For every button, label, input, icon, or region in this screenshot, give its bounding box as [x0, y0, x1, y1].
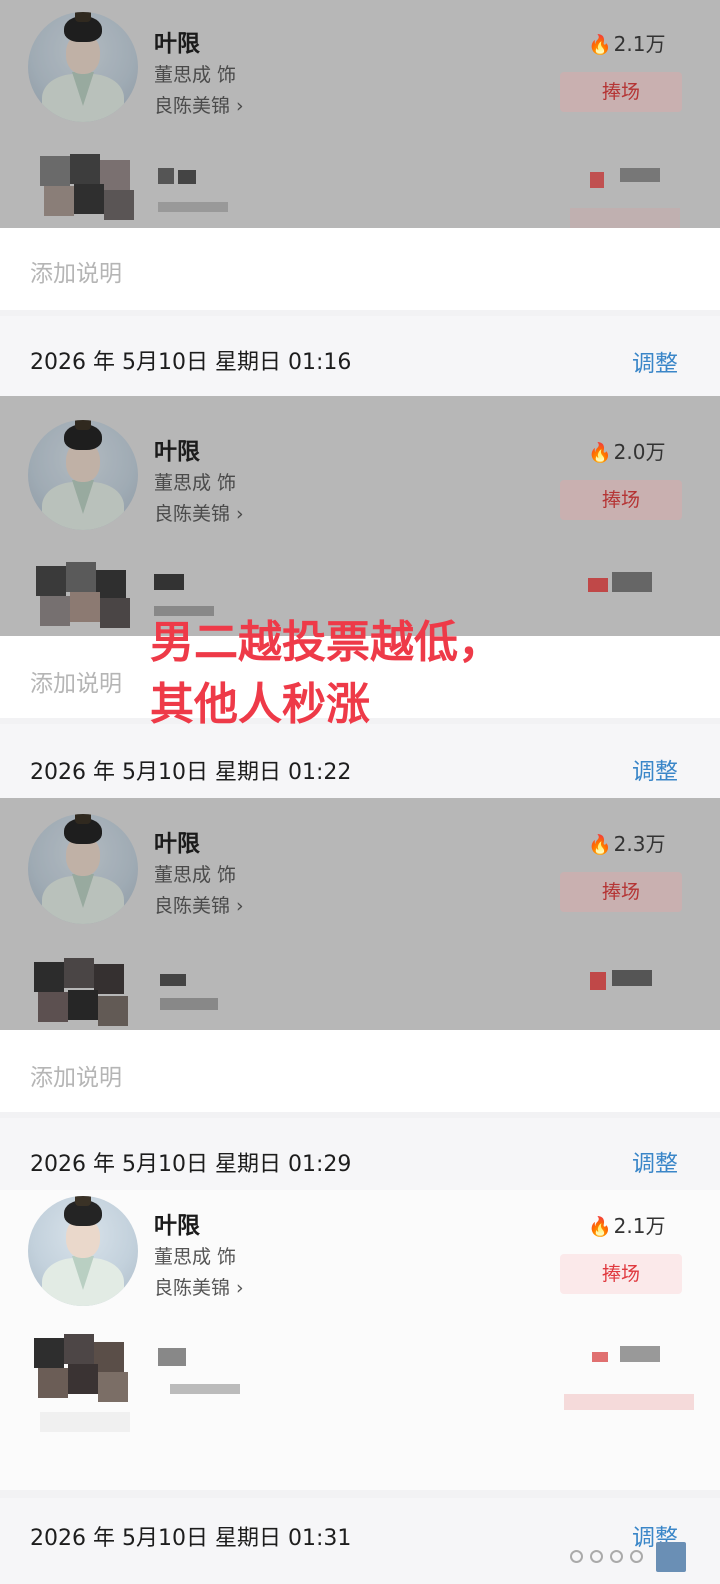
timestamp-row: 2026 年 5月10日 星期日 01:16 调整: [0, 316, 720, 396]
overlay-caption: 男二越投票越低， 其他人秒涨: [150, 612, 610, 736]
flame-icon: 🔥: [588, 1216, 612, 1238]
actor-role: 董思成 饰: [154, 472, 237, 494]
adjust-button[interactable]: 调整: [632, 752, 678, 786]
cheer-button[interactable]: 捧场: [560, 1254, 682, 1294]
character-card-2: 叶限 董思成 饰 良陈美锦 › 🔥 2.0万 捧场: [0, 396, 720, 636]
caption-line-1: 男二越投票越低，: [150, 617, 502, 668]
cheer-button[interactable]: 捧场: [560, 872, 682, 912]
character-name[interactable]: 叶限: [154, 24, 200, 58]
drama-link[interactable]: 良陈美锦 ›: [154, 499, 244, 526]
character-card-4: 叶限 董思成 饰 良陈美锦 › 🔥 2.1万 捧场: [0, 1190, 720, 1490]
adjust-button[interactable]: 调整: [632, 344, 678, 378]
heat-count: 🔥 2.3万: [588, 832, 666, 856]
timestamp: 2026 年 5月10日 星期日 01:22: [30, 760, 352, 785]
cheer-button[interactable]: 捧场: [560, 72, 682, 112]
character-avatar[interactable]: [28, 420, 138, 530]
add-note-field[interactable]: 添加说明: [30, 664, 122, 698]
flame-icon: 🔥: [588, 34, 612, 56]
drama-link[interactable]: 良陈美锦 ›: [154, 91, 244, 118]
censored-entry: [30, 1332, 694, 1462]
flame-icon: 🔥: [588, 834, 612, 856]
timestamp: 2026 年 5月10日 星期日 01:29: [30, 1152, 352, 1177]
character-card-1: 叶限 董思成 饰 良陈美锦 › 🔥 2.1万 捧场: [0, 0, 720, 228]
actor-role: 董思成 饰: [154, 864, 237, 886]
heat-count: 🔥 2.1万: [588, 1214, 666, 1238]
character-name[interactable]: 叶限: [154, 432, 200, 466]
add-note-field[interactable]: 添加说明: [30, 1058, 122, 1092]
divider: [0, 1490, 720, 1498]
character-name[interactable]: 叶限: [154, 824, 200, 858]
heat-count: 🔥 2.1万: [588, 32, 666, 56]
add-note-field[interactable]: 添加说明: [30, 254, 122, 288]
timestamp-row: 2026 年 5月10日 星期日 01:29 调整: [0, 1118, 720, 1198]
drama-link[interactable]: 良陈美锦 ›: [154, 891, 244, 918]
actor-role: 董思成 饰: [154, 64, 237, 86]
censored-entry: [30, 150, 680, 228]
character-name[interactable]: 叶限: [154, 1206, 200, 1240]
flame-icon: 🔥: [588, 442, 612, 464]
actor-role: 董思成 饰: [154, 1246, 237, 1268]
character-avatar[interactable]: [28, 814, 138, 924]
cheer-button[interactable]: 捧场: [560, 480, 682, 520]
drama-link[interactable]: 良陈美锦 ›: [154, 1273, 244, 1300]
caption-line-2: 其他人秒涨: [150, 679, 370, 730]
timestamp: 2026 年 5月10日 星期日 01:31: [30, 1526, 352, 1551]
watermark-icon: [560, 1542, 700, 1572]
timestamp-row: 2026 年 5月10日 星期日 01:22 调整: [0, 724, 720, 804]
adjust-button[interactable]: 调整: [632, 1144, 678, 1178]
character-card-3: 叶限 董思成 饰 良陈美锦 › 🔥 2.3万 捧场: [0, 798, 720, 1030]
timestamp: 2026 年 5月10日 星期日 01:16: [30, 350, 352, 375]
censored-entry: [30, 956, 690, 1030]
heat-count: 🔥 2.0万: [588, 440, 666, 464]
character-avatar[interactable]: [28, 1196, 138, 1306]
character-avatar[interactable]: [28, 12, 138, 122]
